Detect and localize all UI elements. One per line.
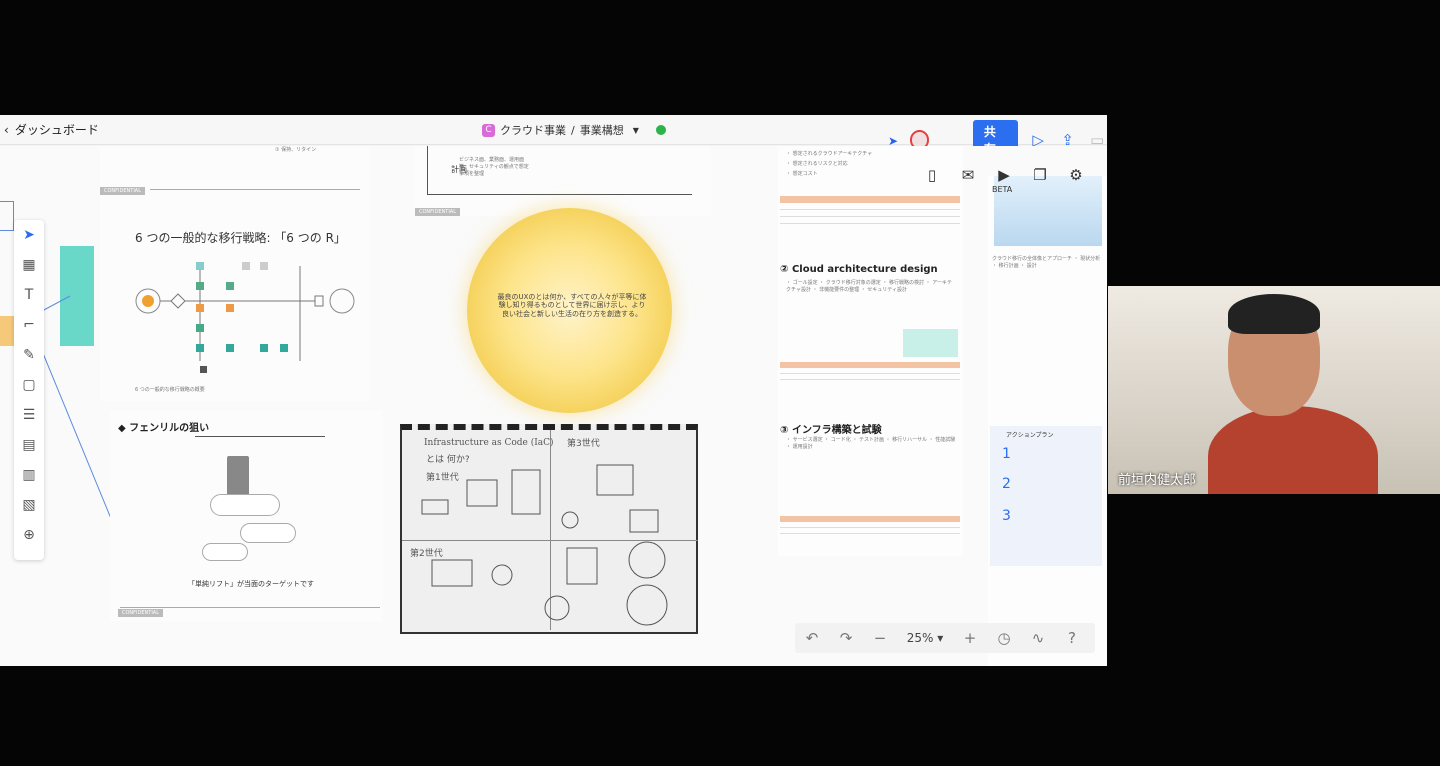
chevron-down-icon[interactable]: ▼ [633, 126, 639, 135]
cloud-icon [202, 543, 248, 561]
leaf-icon: ◆ [118, 423, 130, 434]
back-to-dashboard-button[interactable]: ‹ ダッシュボード [4, 121, 99, 138]
iac-sketch-photo[interactable]: Infrastructure as Code (IaC) とは 何か? 第1世代… [400, 424, 698, 634]
help-icon[interactable]: ? [1055, 624, 1089, 652]
comment-icon[interactable]: ✉ [956, 163, 980, 187]
cost-table [780, 196, 960, 226]
table-tool-icon[interactable]: ☰ [14, 400, 44, 430]
fenrir-title-text: フェンリルの狙い [129, 423, 210, 434]
breadcrumb-doc[interactable]: 事業構想 [580, 122, 624, 138]
text-tool-icon[interactable]: T [14, 280, 44, 310]
template-tool-icon[interactable]: ▦ [14, 250, 44, 280]
chat-icon[interactable]: ❐ [1028, 163, 1052, 187]
select-tool-icon[interactable]: ➤ [14, 220, 44, 250]
migration-flow-diagram [135, 262, 355, 373]
connector-tool-icon[interactable]: ⌐ [14, 310, 44, 340]
vision-text: 最良のUXのとは何か、すべての人々が平等に体験し知り得るものとして世界に届け示し… [497, 293, 647, 318]
participant-video: 前垣内健太郎 [1108, 286, 1440, 494]
back-label: ダッシュボード [14, 123, 99, 137]
whiteboard-canvas[interactable]: ① 保持、リタイン CONFIDENTIAL 6 つの一般的な移行戦略: 「6 … [0, 146, 1107, 666]
page-icon[interactable]: ▯ [920, 163, 944, 187]
plan-graph-card[interactable]: 計画 ビジネス面、業務面、運用面等、セキュリティの観点で想定事項を整理 CONF… [415, 146, 710, 216]
cloud-icon [210, 494, 280, 516]
whiteboard-app: ‹ ダッシュボード C クラウド事業 / 事業構想 ▼ ➤ 共有 ▷ ⇪ ▭ [0, 115, 1107, 666]
cursor-follow-icon[interactable]: ➤ [888, 134, 900, 148]
screen: ‹ ダッシュボード C クラウド事業 / 事業構想 ▼ ➤ 共有 ▷ ⇪ ▭ [0, 0, 1440, 766]
participant-name: 前垣内健太郎 [1118, 473, 1197, 488]
participant-hair [1228, 294, 1320, 334]
action-plan-panel: アクションプラン 1 2 3 [990, 426, 1102, 566]
zoom-bar: ↶ ↷ − 25% ▾ + ◷ ∿ ? [795, 623, 1095, 653]
fenrir-title: ◆ フェンリルの狙い [118, 419, 209, 434]
zoom-value: 25% [906, 631, 934, 645]
redo-icon[interactable]: ↷ [829, 624, 863, 652]
breadcrumb-project[interactable]: クラウド事業 [500, 122, 566, 138]
migration-title: 6 つの一般的な移行戦略: 「6 つの R」 [135, 231, 346, 245]
zoom-in-button[interactable]: + [953, 624, 987, 652]
chart-tool-icon[interactable]: ▥ [14, 460, 44, 490]
cloud-icon [240, 523, 296, 543]
infra-title: ③ インフラ構築と試験 [780, 425, 882, 436]
action-plan-title: アクションプラン [1006, 432, 1054, 439]
confidential-tag: CONFIDENTIAL [100, 187, 146, 195]
top-bar: ‹ ダッシュボード C クラウド事業 / 事業構想 ▼ ➤ 共有 ▷ ⇪ ▭ [0, 115, 1107, 160]
image-tool-icon[interactable]: ▧ [14, 490, 44, 520]
sticky-note-icon[interactable]: ▢ [14, 370, 44, 400]
breadcrumb: C クラウド事業 / 事業構想 ▼ [482, 122, 666, 138]
floating-tools: ▯ ✉ ▶ BETA ❐ ⚙ [920, 163, 1088, 194]
undo-icon[interactable]: ↶ [795, 624, 829, 652]
zoom-out-button[interactable]: − [863, 624, 897, 652]
requirements-document[interactable]: ・ 想定されるクラウドアーキテクチャ ・ 想定されるリスクと対応 ・ 想定コスト… [778, 146, 963, 556]
breadcrumb-separator: / [571, 123, 575, 137]
card-tool-icon[interactable]: ▤ [14, 430, 44, 460]
migration-strategy-card[interactable]: ① 保持、リタイン CONFIDENTIAL 6 つの一般的な移行戦略: 「6 … [100, 146, 370, 401]
chevron-left-icon: ‹ [4, 122, 9, 137]
left-toolbar: ➤ ▦ T ⌐ ✎ ▢ ☰ ▤ ▥ ▧ ⊕ [14, 220, 44, 560]
gear-icon[interactable]: ⚙ [1064, 163, 1088, 187]
cloud-arch-title: ② Cloud architecture design [780, 264, 938, 275]
beta-badge: BETA [992, 185, 1013, 194]
action-plan-document[interactable]: クラウド移行の全体像とアプローチ ・ 現状分析 ・ 移行計画 ・ 設計 アクショ… [988, 176, 1107, 666]
zoom-level-dropdown[interactable]: 25% ▾ [897, 631, 953, 645]
add-tool-icon[interactable]: ⊕ [14, 520, 44, 550]
activity-icon[interactable]: ∿ [1021, 624, 1055, 652]
vision-sphere[interactable]: 最良のUXのとは何か、すべての人々が平等に体験し知り得るものとして世界に届け示し… [467, 208, 672, 413]
saved-status-icon [655, 125, 666, 135]
video-icon[interactable]: ▶ BETA [992, 163, 1016, 194]
pen-tool-icon[interactable]: ✎ [14, 340, 44, 370]
history-icon[interactable]: ◷ [987, 624, 1021, 652]
target-caption: 「単純リフト」が当面のターゲットです [188, 580, 314, 588]
confidential-tag: CONFIDENTIAL [118, 609, 164, 617]
project-badge: C [482, 123, 495, 137]
sketch-doodles [421, 464, 668, 626]
confidential-tag: CONFIDENTIAL [415, 208, 461, 216]
fenrir-aim-card[interactable]: ◆ フェンリルの狙い 「単純リフト」が当面のターゲットです CONFIDENTI… [110, 411, 382, 621]
